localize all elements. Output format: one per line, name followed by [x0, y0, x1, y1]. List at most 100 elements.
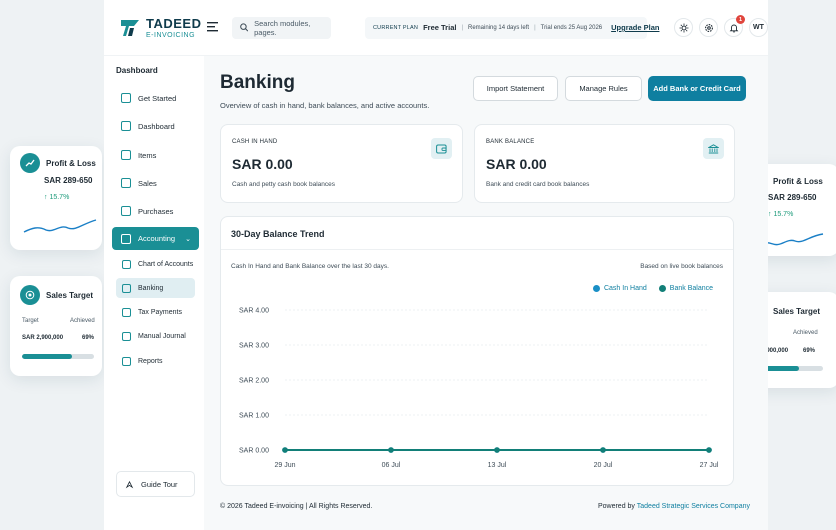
- gear-icon: [704, 23, 713, 32]
- logo-mark-icon: [121, 19, 139, 36]
- sales-target-title: Sales Target: [773, 306, 820, 316]
- sidebar-item-items[interactable]: Items: [112, 144, 199, 166]
- theme-toggle-button[interactable]: [674, 18, 693, 37]
- y-tick-label: SAR 1.00: [239, 413, 269, 420]
- sales-target-card-left: Sales Target Target Achieved SAR 2,900,0…: [10, 276, 102, 376]
- target-icon: [20, 285, 40, 305]
- sidebar-subitem-label: Chart of Accounts: [138, 260, 194, 268]
- search-input[interactable]: Search modules, pages.: [231, 16, 331, 39]
- sidebar-subitem-reports[interactable]: Reports: [116, 351, 195, 371]
- sidebar-heading: Dashboard: [116, 66, 158, 75]
- sidebar-subitem-label: Manual Journal: [138, 332, 186, 340]
- x-tick-label: 13 Jul: [488, 462, 507, 469]
- sidebar-subitem-tax-payments[interactable]: Tax Payments: [116, 302, 195, 322]
- tax-icon: [122, 307, 131, 317]
- manage-rules-button[interactable]: Manage Rules: [565, 76, 642, 101]
- trend-icon: [20, 153, 40, 173]
- cash-in-hand-desc: Cash and petty cash book balances: [232, 181, 335, 188]
- chevron-down-icon: ⌄: [185, 235, 191, 243]
- data-point: [600, 447, 606, 453]
- data-point: [388, 447, 394, 453]
- sidebar-subitem-chart-of-accounts[interactable]: Chart of Accounts: [116, 254, 195, 274]
- page-subtitle: Overview of cash in hand, bank balances,…: [220, 101, 430, 110]
- sidebar-item-label: Get Started: [138, 93, 177, 103]
- sidebar-subitem-banking[interactable]: Banking: [116, 278, 195, 298]
- compass-icon: [125, 480, 134, 488]
- footer-powered: Powered by Tadeed Strategic Services Com…: [598, 503, 750, 510]
- upgrade-plan-link[interactable]: Upgrade Plan: [611, 23, 659, 32]
- sidebar-item-label: Sales: [138, 178, 157, 188]
- y-tick-label: SAR 0.00: [239, 448, 269, 455]
- delta-value: 15.7%: [773, 211, 794, 218]
- plan-remaining: Remaining 14 days left: [468, 24, 530, 31]
- ledger-icon: [121, 233, 131, 244]
- y-tick-label: SAR 2.00: [239, 378, 269, 385]
- target-value: SAR 2,900,000: [22, 335, 64, 341]
- y-tick-label: SAR 4.00: [239, 308, 269, 315]
- top-bar: TADEED E-INVOICING Search modules, pages…: [104, 0, 768, 56]
- logo[interactable]: TADEED E-INVOICING: [120, 17, 201, 39]
- sidebar-item-accounting[interactable]: Accounting ⌄: [112, 227, 199, 250]
- sidebar-item-label: Purchases: [138, 206, 174, 216]
- add-bank-button[interactable]: Add Bank or Credit Card: [648, 76, 746, 101]
- bank-balance-label: BANK BALANCE: [486, 139, 535, 145]
- sidebar-item-get-started[interactable]: Get Started: [112, 87, 199, 109]
- profit-loss-title: Profit & Loss: [773, 176, 823, 186]
- sidebar-item-label: Accounting: [138, 234, 176, 243]
- top-actions: 1 WT: [674, 15, 768, 37]
- plan-name: Free Trial: [423, 23, 457, 32]
- sidebar: Dashboard Get Started Dashboard Items Sa…: [104, 56, 204, 530]
- chart-icon: [122, 259, 131, 269]
- menu-icon: [207, 21, 219, 31]
- settings-button[interactable]: [699, 18, 718, 37]
- rocket-icon: [121, 93, 131, 103]
- sales-target-progress: [22, 354, 94, 359]
- profit-loss-title: Profit & Loss: [46, 158, 96, 168]
- achieved-label: Achieved: [70, 318, 95, 324]
- menu-toggle-button[interactable]: [207, 19, 221, 37]
- data-point: [494, 447, 500, 453]
- guide-tour-button[interactable]: Guide Tour: [116, 471, 195, 497]
- user-avatar[interactable]: WT: [749, 18, 768, 37]
- sidebar-subitem-label: Tax Payments: [138, 308, 182, 316]
- journal-icon: [122, 331, 131, 341]
- sales-target-title: Sales Target: [46, 290, 93, 300]
- report-icon: [122, 356, 131, 366]
- x-tick-label: 27 Jul: [700, 462, 719, 469]
- plan-label: CURRENT PLAN: [373, 24, 419, 31]
- receipt-icon: [121, 178, 131, 188]
- sidebar-item-sales[interactable]: Sales: [112, 172, 199, 194]
- sidebar-subitem-manual-journal[interactable]: Manual Journal: [116, 326, 195, 346]
- y-tick-label: SAR 3.00: [239, 343, 269, 350]
- bank-icon: [122, 283, 131, 293]
- notifications-button[interactable]: 1: [724, 15, 745, 37]
- achieved-percent: 69%: [803, 348, 816, 354]
- bank-balance-desc: Bank and credit card book balances: [486, 181, 590, 188]
- sidebar-item-label: Items: [138, 150, 157, 160]
- plan-separator: |: [461, 24, 464, 31]
- profit-loss-card-left: Profit & Loss SAR 289-650 ↑ 15.7%: [10, 146, 102, 250]
- achieved-percent: 69%: [82, 335, 95, 341]
- x-tick-label: 29 Jun: [274, 462, 295, 469]
- target-label: Target: [22, 318, 39, 324]
- profit-loss-sparkline: [23, 219, 97, 233]
- cash-in-hand-label: CASH IN HAND: [232, 139, 278, 145]
- bank-balance-card: BANK BALANCE SAR 0.00 Bank and credit ca…: [474, 124, 735, 203]
- sidebar-subitem-label: Reports: [138, 357, 163, 365]
- sidebar-subitem-label: Banking: [138, 284, 164, 292]
- plan-separator: |: [534, 24, 536, 31]
- import-statement-button[interactable]: Import Statement: [473, 76, 558, 101]
- bank-balance-value: SAR 0.00: [486, 156, 547, 172]
- balance-trend-chart: 30-Day Balance Trend Cash In Hand and Ba…: [220, 216, 734, 486]
- company-link[interactable]: Tadeed Strategic Services Company: [637, 503, 750, 510]
- sidebar-item-dashboard[interactable]: Dashboard: [112, 115, 199, 137]
- bank-icon: [703, 138, 724, 159]
- wallet-icon: [431, 138, 452, 159]
- cash-in-hand-value: SAR 0.00: [232, 156, 293, 172]
- home-icon: [121, 121, 131, 131]
- app-window: TADEED E-INVOICING Search modules, pages…: [104, 0, 768, 530]
- plan-banner: CURRENT PLAN Free Trial | Remaining 14 d…: [365, 16, 659, 39]
- x-tick-label: 06 Jul: [382, 462, 401, 469]
- data-point: [706, 447, 712, 453]
- sidebar-item-purchases[interactable]: Purchases: [112, 200, 199, 222]
